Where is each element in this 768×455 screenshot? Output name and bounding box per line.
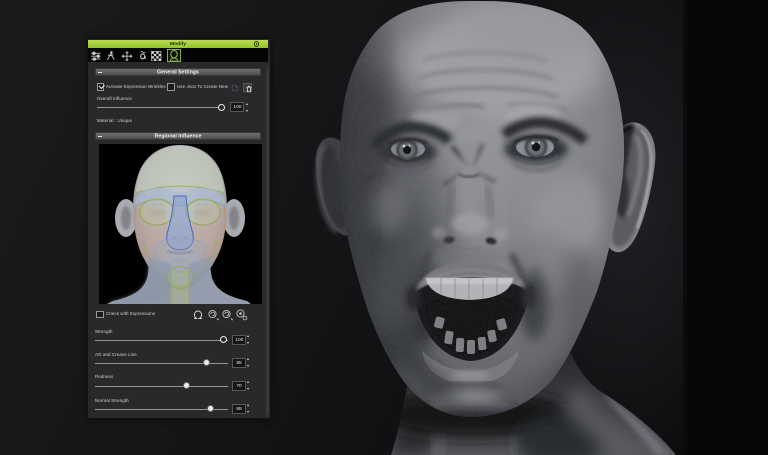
svg-text:json: json: [170, 58, 177, 62]
